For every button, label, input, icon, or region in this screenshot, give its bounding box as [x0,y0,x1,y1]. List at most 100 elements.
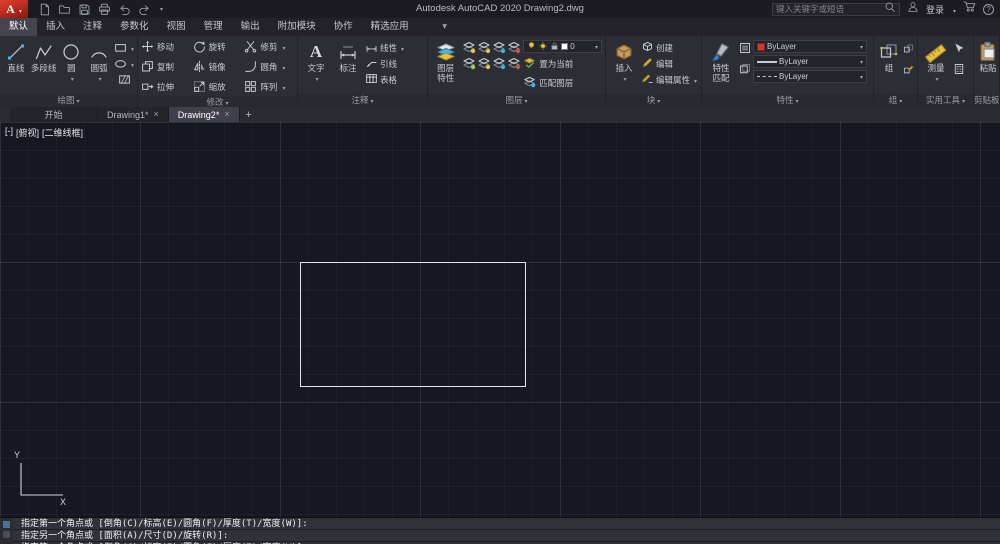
rectangle-entity[interactable] [300,262,526,387]
group-edit-icon[interactable] [903,62,914,80]
ribbon-display-toggle-button[interactable]: ▾ [432,18,458,36]
layer-properties-button[interactable]: 图层 特性 [431,38,460,83]
command-prompt-line[interactable]: 指定第一个角点或 [倒角(C)/标高(E)/圆角(F)/厚度(T)/宽度(W)]… [13,518,1000,530]
ellipse-tool-button[interactable] [114,57,134,70]
drawing-area[interactable]: [-] [俯视] [二维线框] Y X [0,122,1000,517]
new-drawing-tab-button[interactable]: + [240,107,258,122]
move-button[interactable]: 移动 [141,39,191,56]
close-icon[interactable]: × [224,110,229,119]
panel-label-clipboard[interactable]: 剪贴板 [974,94,999,107]
layer-thaw-icon[interactable] [477,56,491,71]
layer-lock-icon[interactable] [507,40,521,55]
create-block-button[interactable]: 创建 [641,40,697,55]
ungroup-icon[interactable] [903,41,914,59]
circle-button[interactable]: 圆 [59,38,85,85]
text-button[interactable]: A 文字 [301,38,331,85]
edit-block-button[interactable]: 编辑 [641,56,697,71]
save-button[interactable] [78,3,91,16]
ribbon-tab-home[interactable]: 默认 [0,18,38,36]
panel-label-block[interactable]: 块 [606,94,701,107]
ribbon-tab-addins[interactable]: 附加模块 [269,18,325,36]
fillet-button[interactable]: 圆角 [244,59,294,76]
help-icon[interactable] [983,3,994,15]
file-tab-drawing2[interactable]: Drawing2* × [168,107,240,122]
view-controls-button[interactable]: [俯视] [16,126,39,139]
ucs-icon[interactable]: Y X [8,449,70,507]
ribbon-tab-insert[interactable]: 插入 [37,18,74,36]
plot-button[interactable] [98,3,111,16]
arc-button[interactable]: 圆弧 [86,38,112,85]
ribbon-tab-view[interactable]: 视图 [158,18,195,36]
trim-button[interactable]: 修剪 [244,39,294,56]
object-color-select[interactable]: ByLayer [753,40,867,53]
polyline-button[interactable]: 多段线 [31,38,57,74]
search-icon[interactable] [884,0,896,18]
scale-button[interactable]: 缩放 [193,79,243,96]
array-button[interactable]: 阵列 [244,79,294,96]
linear-dimension-button[interactable]: 线性 [365,40,404,55]
panel-label-properties[interactable]: 特性 [702,94,873,107]
properties-list-icon[interactable] [739,41,751,59]
close-icon[interactable]: × [154,110,159,119]
mirror-icon [193,60,206,75]
edit-attributes-button[interactable]: 编辑属性 [641,72,697,87]
layer-unlock-icon[interactable] [492,56,506,71]
dimension-button[interactable]: 标注 [333,38,363,74]
ribbon-tab-collaborate[interactable]: 协作 [325,18,362,36]
qat-dropdown-button[interactable] [158,6,163,13]
paste-button[interactable]: 粘贴 [977,38,999,74]
app-menu-button[interactable]: A [0,0,28,18]
layer-unisolate-icon[interactable] [507,56,521,71]
visual-style-button[interactable]: [二维线框] [42,126,83,139]
measure-button[interactable]: 测量 [921,38,951,85]
ribbon-tab-output[interactable]: 输出 [232,18,269,36]
rectangle-tool-button[interactable] [114,41,134,54]
command-customize-icon[interactable] [3,521,10,528]
ribbon-tab-annotate[interactable]: 注释 [74,18,111,36]
panel-label-annotation[interactable]: 注释 [298,94,427,107]
group-button[interactable]: 组 [877,38,901,74]
panel-label-modify[interactable]: 修改 [138,96,297,107]
open-file-button[interactable] [58,3,71,16]
panel-label-layers[interactable]: 图层 [428,94,605,107]
insert-block-button[interactable]: 插入 [609,38,639,85]
layer-select[interactable]: 0 [523,40,602,53]
lineweight-select[interactable]: ByLayer [753,55,867,68]
stretch-button[interactable]: 拉伸 [141,79,191,96]
match-layer-button[interactable]: 匹配图层 [523,74,602,91]
mirror-button[interactable]: 镜像 [193,59,243,76]
make-current-button[interactable]: 置为当前 [523,55,602,72]
transparency-icon[interactable] [739,62,751,80]
hatch-tool-button[interactable] [118,73,131,86]
rotate-button[interactable]: 旋转 [193,39,243,56]
layer-isolate-icon[interactable] [477,40,491,55]
viewport-menu-button[interactable]: [-] [5,126,13,139]
line-button[interactable]: 直线 [3,38,29,74]
quick-select-icon[interactable] [953,41,965,59]
file-tab-drawing1[interactable]: Drawing1* × [98,107,169,122]
app-store-cart-icon[interactable] [963,0,976,18]
panel-label-utilities[interactable]: 实用工具 [918,94,973,107]
sign-in-button[interactable]: 登录 [926,3,944,16]
undo-button[interactable] [118,3,131,16]
linetype-select[interactable]: ByLayer [753,70,867,83]
redo-button[interactable] [138,3,151,16]
leader-button[interactable]: 引线 [365,56,404,71]
table-button[interactable]: 表格 [365,72,404,87]
file-tab-start[interactable]: 开始 [10,107,98,122]
panel-label-groups[interactable]: 组 [874,94,917,107]
ribbon-tab-manage[interactable]: 管理 [195,18,232,36]
copy-button[interactable]: 复制 [141,59,191,76]
match-properties-button[interactable]: 特性 匹配 [705,38,737,83]
ribbon-tab-parametric[interactable]: 参数化 [111,18,158,36]
layer-freeze-icon[interactable] [492,40,506,55]
layer-on-icon[interactable] [462,56,476,71]
layer-off-icon[interactable] [462,40,476,55]
search-input[interactable] [775,4,884,14]
ribbon-tab-featured-apps[interactable]: 精选应用 [362,18,418,36]
quick-calc-icon[interactable] [953,62,965,80]
command-prompt-line[interactable]: 指定另一个角点或 [面积(A)/尺寸(D)/旋转(R)]: [13,530,1000,542]
new-file-button[interactable] [38,3,51,16]
command-history[interactable]: 指定第一个角点或 [倒角(C)/标高(E)/圆角(F)/厚度(T)/宽度(W)]… [13,518,1000,544]
panel-label-draw[interactable]: 绘图 [0,94,137,107]
